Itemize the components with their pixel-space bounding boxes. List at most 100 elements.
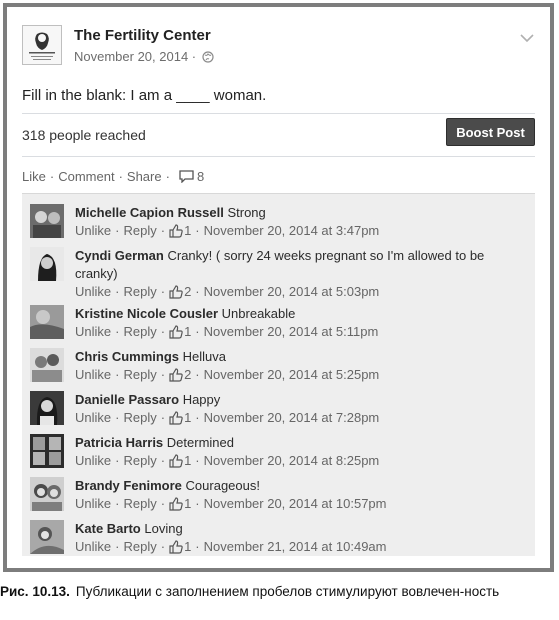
comment-text: Determined (166, 435, 234, 450)
unlike-link[interactable]: Unlike (75, 283, 111, 301)
avatar[interactable] (30, 520, 64, 554)
like-count[interactable]: 1 (184, 222, 191, 240)
page-avatar[interactable] (22, 25, 62, 65)
like-count[interactable]: 2 (184, 283, 191, 301)
thumbs-up-icon (169, 368, 183, 382)
comment-bubble-icon (179, 170, 194, 183)
thumbs-up-icon (169, 325, 183, 339)
post-date[interactable]: November 20, 2014 (74, 49, 188, 64)
reply-link[interactable]: Reply (123, 452, 156, 470)
like-link[interactable]: Like (22, 169, 46, 184)
comment-text: Helluva (182, 349, 226, 364)
like-count[interactable]: 1 (184, 409, 191, 427)
comment-meta: Unlike · Reply · 1 · November 20, 2014 at 3… (75, 222, 380, 240)
unlike-link[interactable]: Unlike (75, 538, 111, 556)
comment-text: Courageous! (185, 478, 260, 493)
reply-link[interactable]: Reply (123, 283, 156, 301)
comment-link[interactable]: Comment (58, 169, 114, 184)
unlike-link[interactable]: Unlike (75, 409, 111, 427)
comment-timestamp[interactable]: November 20, 2014 at 7:28pm (204, 409, 380, 427)
avatar[interactable] (30, 204, 64, 238)
reply-link[interactable]: Reply (123, 222, 156, 240)
comment-text: Loving (144, 521, 183, 536)
page-name[interactable]: The Fertility Center (74, 27, 211, 44)
avatar[interactable] (30, 477, 64, 511)
reply-link[interactable]: Reply (123, 323, 156, 341)
thumbs-up-icon (169, 411, 183, 425)
globe-icon (202, 51, 214, 66)
comment-timestamp[interactable]: November 20, 2014 at 5:25pm (204, 366, 380, 384)
like-count[interactable]: 2 (184, 366, 191, 384)
unlike-link[interactable]: Unlike (75, 495, 111, 513)
like-count[interactable]: 1 (184, 538, 191, 556)
avatar[interactable] (30, 434, 64, 468)
divider (22, 156, 535, 157)
commenter-name[interactable]: Cyndi German (75, 248, 164, 263)
comment-timestamp[interactable]: November 20, 2014 at 5:03pm (204, 283, 380, 301)
avatar[interactable] (30, 247, 64, 281)
thumbs-up-icon (169, 454, 183, 468)
avatar[interactable] (30, 348, 64, 382)
unlike-link[interactable]: Unlike (75, 366, 111, 384)
commenter-name[interactable]: Kristine Nicole Cousler (75, 306, 218, 321)
chevron-down-icon[interactable] (519, 31, 535, 43)
comment-meta: Unlike · Reply · 1 · November 20, 2014 at 1… (75, 495, 387, 513)
post-meta: November 20, 2014 · (74, 49, 214, 66)
comment-timestamp[interactable]: November 20, 2014 at 10:57pm (204, 495, 387, 513)
comment-meta: Unlike · Reply · 1 · November 20, 2014 at 8… (75, 452, 380, 470)
like-count[interactable]: 1 (184, 495, 191, 513)
comment-list: Michelle Capion Russell Strong Unlike · R… (22, 193, 535, 556)
comment-meta: Unlike · Reply · 1 · November 20, 2014 at 7… (75, 409, 380, 427)
figure-caption: Рис. 10.13. Публикации с заполнением проб… (0, 582, 559, 601)
reply-link[interactable]: Reply (123, 409, 156, 427)
separator-dot: · (165, 169, 170, 184)
like-count[interactable]: 1 (184, 323, 191, 341)
commenter-name[interactable]: Michelle Capion Russell (75, 205, 224, 220)
reply-link[interactable]: Reply (123, 538, 156, 556)
comment-text: Strong (227, 205, 266, 220)
commenter-name[interactable]: Brandy Fenimore (75, 478, 182, 493)
reply-link[interactable]: Reply (123, 366, 156, 384)
comment-timestamp[interactable]: November 21, 2014 at 10:49am (204, 538, 387, 556)
comment-meta: Unlike · Reply · 2 · November 20, 2014 at 5… (75, 366, 380, 384)
figure-caption-text: Публикации с заполнением пробелов стимул… (75, 584, 500, 599)
unlike-link[interactable]: Unlike (75, 222, 111, 240)
avatar[interactable] (30, 391, 64, 425)
comment-meta: Unlike · Reply · 2 · November 20, 2014 at 5… (75, 283, 380, 301)
post-header: The Fertility Center November 20, 2014 · (22, 25, 535, 75)
figure-label: Рис. 10.13. (0, 584, 70, 599)
commenter-name[interactable]: Patricia Harris (75, 435, 163, 450)
like-count[interactable]: 1 (184, 452, 191, 470)
unlike-link[interactable]: Unlike (75, 452, 111, 470)
fertility-center-logo (23, 26, 61, 64)
separator-dot: · (49, 169, 55, 184)
thumbs-up-icon (169, 285, 183, 299)
reach-count[interactable]: 318 people reached (22, 127, 146, 143)
post-actions: Like · Comment · Share · 8 (22, 169, 204, 184)
separator-dot: · (118, 169, 123, 184)
date-separator: · (188, 49, 200, 64)
boost-post-button[interactable]: Boost Post (446, 118, 535, 146)
comment-count-value: 8 (196, 169, 205, 184)
commenter-name[interactable]: Danielle Passaro (75, 392, 179, 407)
comment-text: Unbreakable (221, 306, 296, 321)
comment-meta: Unlike · Reply · 1 · November 21, 2014 at 1… (75, 538, 387, 556)
share-link[interactable]: Share (127, 169, 162, 184)
commenter-name[interactable]: Kate Barto (75, 521, 141, 536)
commenter-name[interactable]: Chris Cummings (75, 349, 179, 364)
comment-timestamp[interactable]: November 20, 2014 at 8:25pm (204, 452, 380, 470)
thumbs-up-icon (169, 497, 183, 511)
comment-meta: Unlike · Reply · 1 · November 20, 2014 at 5… (75, 323, 379, 341)
reply-link[interactable]: Reply (123, 495, 156, 513)
post-text: Fill in the blank: I am a ____ woman. (22, 87, 267, 104)
comment-count[interactable]: 8 (179, 169, 204, 184)
facebook-post-card: The Fertility Center November 20, 2014 ·… (3, 3, 554, 572)
comment-text: Happy (182, 392, 221, 407)
comment-timestamp[interactable]: November 20, 2014 at 3:47pm (204, 222, 380, 240)
thumbs-up-icon (169, 224, 183, 238)
comment-timestamp[interactable]: November 20, 2014 at 5:11pm (204, 323, 379, 341)
avatar[interactable] (30, 305, 64, 339)
thumbs-up-icon (169, 540, 183, 554)
divider (22, 113, 535, 114)
unlike-link[interactable]: Unlike (75, 323, 111, 341)
